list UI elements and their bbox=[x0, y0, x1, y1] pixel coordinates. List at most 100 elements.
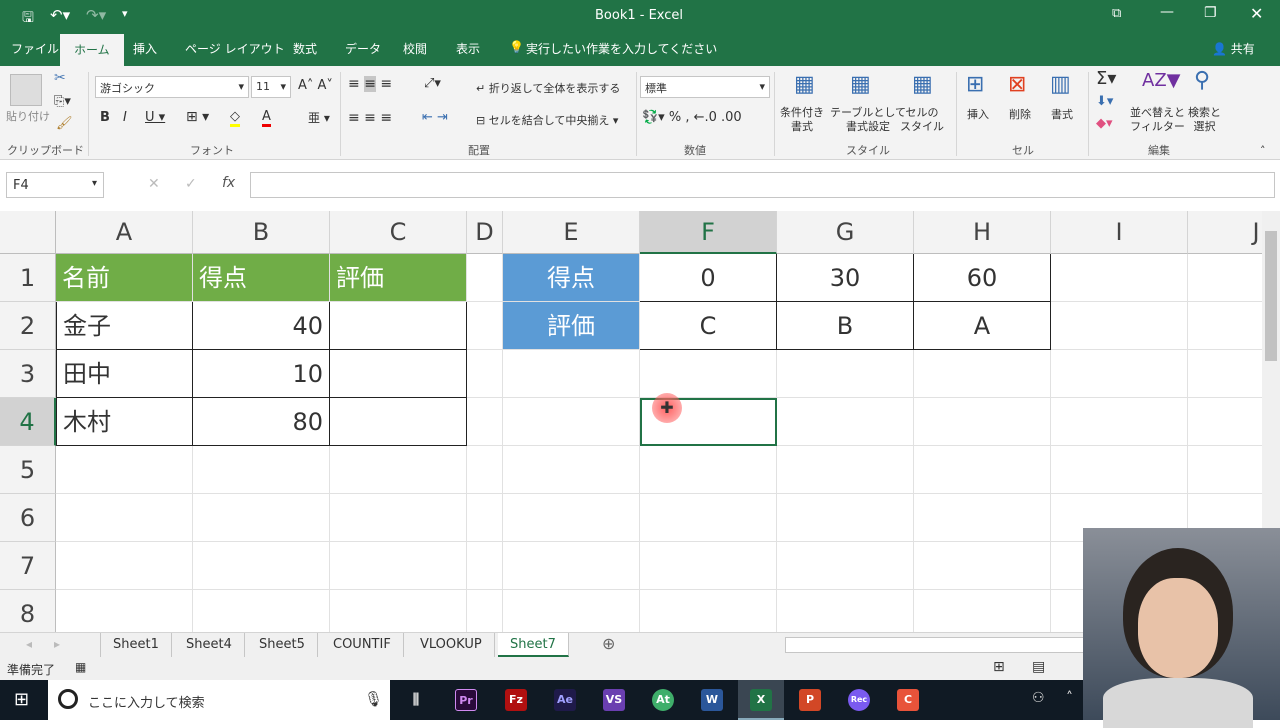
formula-input[interactable] bbox=[250, 172, 1275, 198]
clear-icon[interactable]: ◆▾ bbox=[1096, 116, 1113, 131]
visual-studio-icon[interactable]: VS bbox=[603, 689, 625, 711]
close-button[interactable]: ✕ bbox=[1250, 4, 1263, 23]
cell-A4[interactable]: 木村 bbox=[56, 398, 193, 446]
column-header-H[interactable]: H bbox=[914, 211, 1051, 254]
spreadsheet-grid[interactable]: A B C D E F G H I J 1 名前 得点 評価 得点 0 30 60 2 金子 40 評価 C B A 3 田中 10 4… bbox=[0, 211, 1262, 632]
borders-icon[interactable]: ⊞ ▾ bbox=[186, 109, 209, 125]
camtasia-icon[interactable]: C bbox=[897, 689, 919, 711]
cell-F3[interactable] bbox=[640, 350, 777, 398]
cell-B3[interactable]: 10 bbox=[193, 350, 330, 398]
cell-C7[interactable] bbox=[330, 542, 467, 590]
indent-icon[interactable]: ⇤ ⇥ bbox=[422, 110, 448, 125]
cell-D3[interactable] bbox=[467, 350, 503, 398]
cell-H1[interactable]: 60 bbox=[914, 254, 1051, 302]
cell-B1[interactable]: 得点 bbox=[193, 254, 330, 302]
cell-B7[interactable] bbox=[193, 542, 330, 590]
tab-formulas[interactable]: 数式 bbox=[293, 40, 317, 57]
cell-F5[interactable] bbox=[640, 446, 777, 494]
cell-A2[interactable]: 金子 bbox=[56, 302, 193, 350]
word-icon[interactable]: W bbox=[701, 689, 723, 711]
cell-B5[interactable] bbox=[193, 446, 330, 494]
cell-C5[interactable] bbox=[330, 446, 467, 494]
cell-I2[interactable] bbox=[1051, 302, 1188, 350]
sheet-tab[interactable]: Sheet5 bbox=[247, 633, 318, 657]
row-header-4[interactable]: 4 bbox=[0, 398, 56, 446]
cell-G7[interactable] bbox=[777, 542, 914, 590]
select-all-button[interactable] bbox=[0, 211, 56, 254]
cell-H8[interactable] bbox=[914, 590, 1051, 632]
cell-C1[interactable]: 評価 bbox=[330, 254, 467, 302]
minimize-button[interactable]: — bbox=[1160, 4, 1174, 20]
column-header-B[interactable]: B bbox=[193, 211, 330, 254]
cell-D2[interactable] bbox=[467, 302, 503, 350]
cell-I1[interactable] bbox=[1051, 254, 1188, 302]
tab-review[interactable]: 校閲 bbox=[403, 40, 427, 57]
cell-E4[interactable] bbox=[503, 398, 640, 446]
merge-center-button[interactable]: ⊟ セルを結合して中央揃え ▾ bbox=[476, 112, 618, 128]
cell-A3[interactable]: 田中 bbox=[56, 350, 193, 398]
cell-G1[interactable]: 30 bbox=[777, 254, 914, 302]
microphone-icon[interactable]: 🎙 bbox=[364, 690, 383, 708]
column-header-G[interactable]: G bbox=[777, 211, 914, 254]
save-icon[interactable]: 🖫 bbox=[22, 7, 34, 31]
share-button[interactable]: 👤 共有 bbox=[1212, 40, 1255, 57]
cell-B8[interactable] bbox=[193, 590, 330, 632]
cell-G4[interactable] bbox=[777, 398, 914, 446]
align-left-icon[interactable]: ≡ ≡ ≡ bbox=[348, 110, 392, 126]
row-header-5[interactable]: 5 bbox=[0, 446, 56, 494]
tab-view[interactable]: 表示 bbox=[456, 40, 480, 57]
tell-me-input[interactable]: 実行したい作業を入力してください bbox=[526, 40, 717, 57]
cell-D6[interactable] bbox=[467, 494, 503, 542]
tab-data[interactable]: データ bbox=[345, 40, 381, 57]
cell-D7[interactable] bbox=[467, 542, 503, 590]
cell-C3[interactable] bbox=[330, 350, 467, 398]
cell-E7[interactable] bbox=[503, 542, 640, 590]
powerpoint-icon[interactable]: P bbox=[799, 689, 821, 711]
tab-home[interactable]: ホーム bbox=[60, 34, 124, 66]
cell-F7[interactable] bbox=[640, 542, 777, 590]
font-size-select[interactable]: 11 ▾ bbox=[251, 76, 291, 98]
scroll-thumb[interactable] bbox=[1265, 231, 1277, 361]
name-box[interactable]: F4 ▾ bbox=[6, 172, 104, 198]
redo-icon[interactable]: ↷▾ bbox=[86, 6, 106, 24]
cell-G3[interactable] bbox=[777, 350, 914, 398]
cell-F2[interactable]: C bbox=[640, 302, 777, 350]
cell-D5[interactable] bbox=[467, 446, 503, 494]
autosum-icon[interactable]: Σ▾ bbox=[1096, 68, 1116, 89]
customize-qat-icon[interactable]: ▾ bbox=[122, 7, 128, 20]
recorder-icon[interactable]: Rec bbox=[848, 689, 870, 711]
cell-C8[interactable] bbox=[330, 590, 467, 632]
fill-color-icon[interactable]: ◇ bbox=[230, 109, 240, 127]
next-sheet-icon[interactable]: ▸ bbox=[54, 637, 60, 651]
sheet-tab[interactable]: COUNTIF bbox=[321, 633, 404, 657]
cell-G6[interactable] bbox=[777, 494, 914, 542]
cut-icon[interactable]: ✂ bbox=[54, 70, 66, 86]
insert-cells-button[interactable]: 挿入 bbox=[967, 106, 989, 122]
align-top-icon[interactable]: ≡ ≡ ≡ bbox=[348, 76, 392, 92]
restore-button[interactable]: ❐ bbox=[1204, 5, 1217, 21]
prev-sheet-icon[interactable]: ◂ bbox=[26, 637, 32, 651]
cell-E8[interactable] bbox=[503, 590, 640, 632]
sort-filter-button[interactable]: 並べ替えと フィルター bbox=[1130, 106, 1185, 134]
cell-E6[interactable] bbox=[503, 494, 640, 542]
ribbon-display-icon[interactable]: ⧉ bbox=[1112, 6, 1121, 21]
cancel-icon[interactable]: ✕ bbox=[148, 176, 160, 192]
grow-font-icon[interactable]: A˄ A˅ bbox=[298, 78, 333, 93]
currency-icon[interactable]: 💱▾ % , ←.0 .00 bbox=[642, 110, 742, 125]
cell-E3[interactable] bbox=[503, 350, 640, 398]
row-header-7[interactable]: 7 bbox=[0, 542, 56, 590]
horizontal-scrollbar[interactable] bbox=[785, 637, 1085, 653]
page-layout-view-icon[interactable]: ▤ bbox=[1032, 659, 1045, 675]
font-name-select[interactable]: 游ゴシック ▾ bbox=[95, 76, 249, 98]
cell-J5[interactable] bbox=[1188, 446, 1262, 494]
cell-B4[interactable]: 80 bbox=[193, 398, 330, 446]
insert-function-icon[interactable]: fx bbox=[222, 175, 235, 191]
find-select-button[interactable]: 検索と 選択 bbox=[1188, 106, 1221, 134]
cell-J2[interactable] bbox=[1188, 302, 1262, 350]
column-header-J[interactable]: J bbox=[1188, 211, 1262, 254]
cell-F6[interactable] bbox=[640, 494, 777, 542]
sheet-tab[interactable]: Sheet4 bbox=[174, 633, 245, 657]
tab-file[interactable]: ファイル bbox=[11, 40, 59, 57]
cell-H3[interactable] bbox=[914, 350, 1051, 398]
cell-E1[interactable]: 得点 bbox=[503, 254, 640, 302]
